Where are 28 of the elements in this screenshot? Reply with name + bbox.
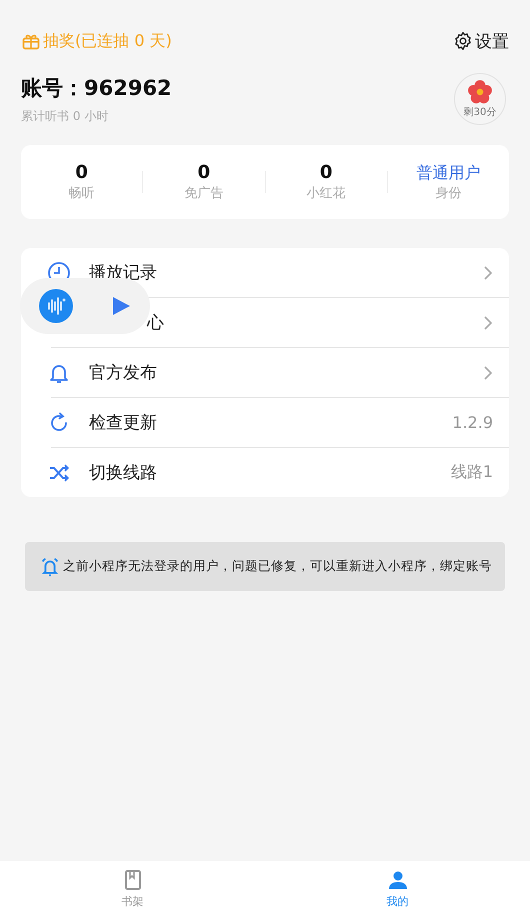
sound-wave-icon <box>39 289 73 323</box>
play-icon[interactable] <box>111 295 131 317</box>
stat-label: 畅听 <box>68 185 95 202</box>
listen-time: 累计听书 0 小时 <box>21 108 110 124</box>
settings-icon <box>453 31 473 51</box>
row-value: 1.2.9 <box>452 413 493 432</box>
timer-badge[interactable]: 剩30分 <box>454 73 506 125</box>
stat-role: 普通用户 <box>416 162 480 184</box>
flower-icon <box>467 79 493 105</box>
menu-item[interactable]: 心 <box>147 313 164 333</box>
menu-item[interactable]: 官方发布 <box>89 363 157 383</box>
stat-label: 免广告 <box>184 185 224 202</box>
chevron-right-icon <box>483 364 493 380</box>
stat-value: 0 <box>75 162 88 184</box>
menu-item[interactable]: 检查更新 <box>89 413 157 433</box>
tab[interactable]: 我的 <box>265 861 530 915</box>
notice-text: 之前小程序无法登录的用户，问题已修复，可以重新进入小程序，绑定账号 <box>63 558 492 575</box>
account-number: 账号：962962 <box>21 74 172 102</box>
alarm-bell-icon <box>39 556 61 578</box>
row-value: 线路1 <box>450 462 493 483</box>
stat-value: 0 <box>198 162 210 184</box>
chevron-right-icon <box>483 314 493 330</box>
stat-value: 0 <box>320 162 332 184</box>
settings-button[interactable]: 设置 <box>453 30 509 52</box>
stat-label: 小红花 <box>306 185 346 202</box>
chevron-right-icon <box>483 264 493 280</box>
menu-item[interactable]: 切换线路 <box>89 463 157 483</box>
stat-label: 身份 <box>435 185 462 202</box>
